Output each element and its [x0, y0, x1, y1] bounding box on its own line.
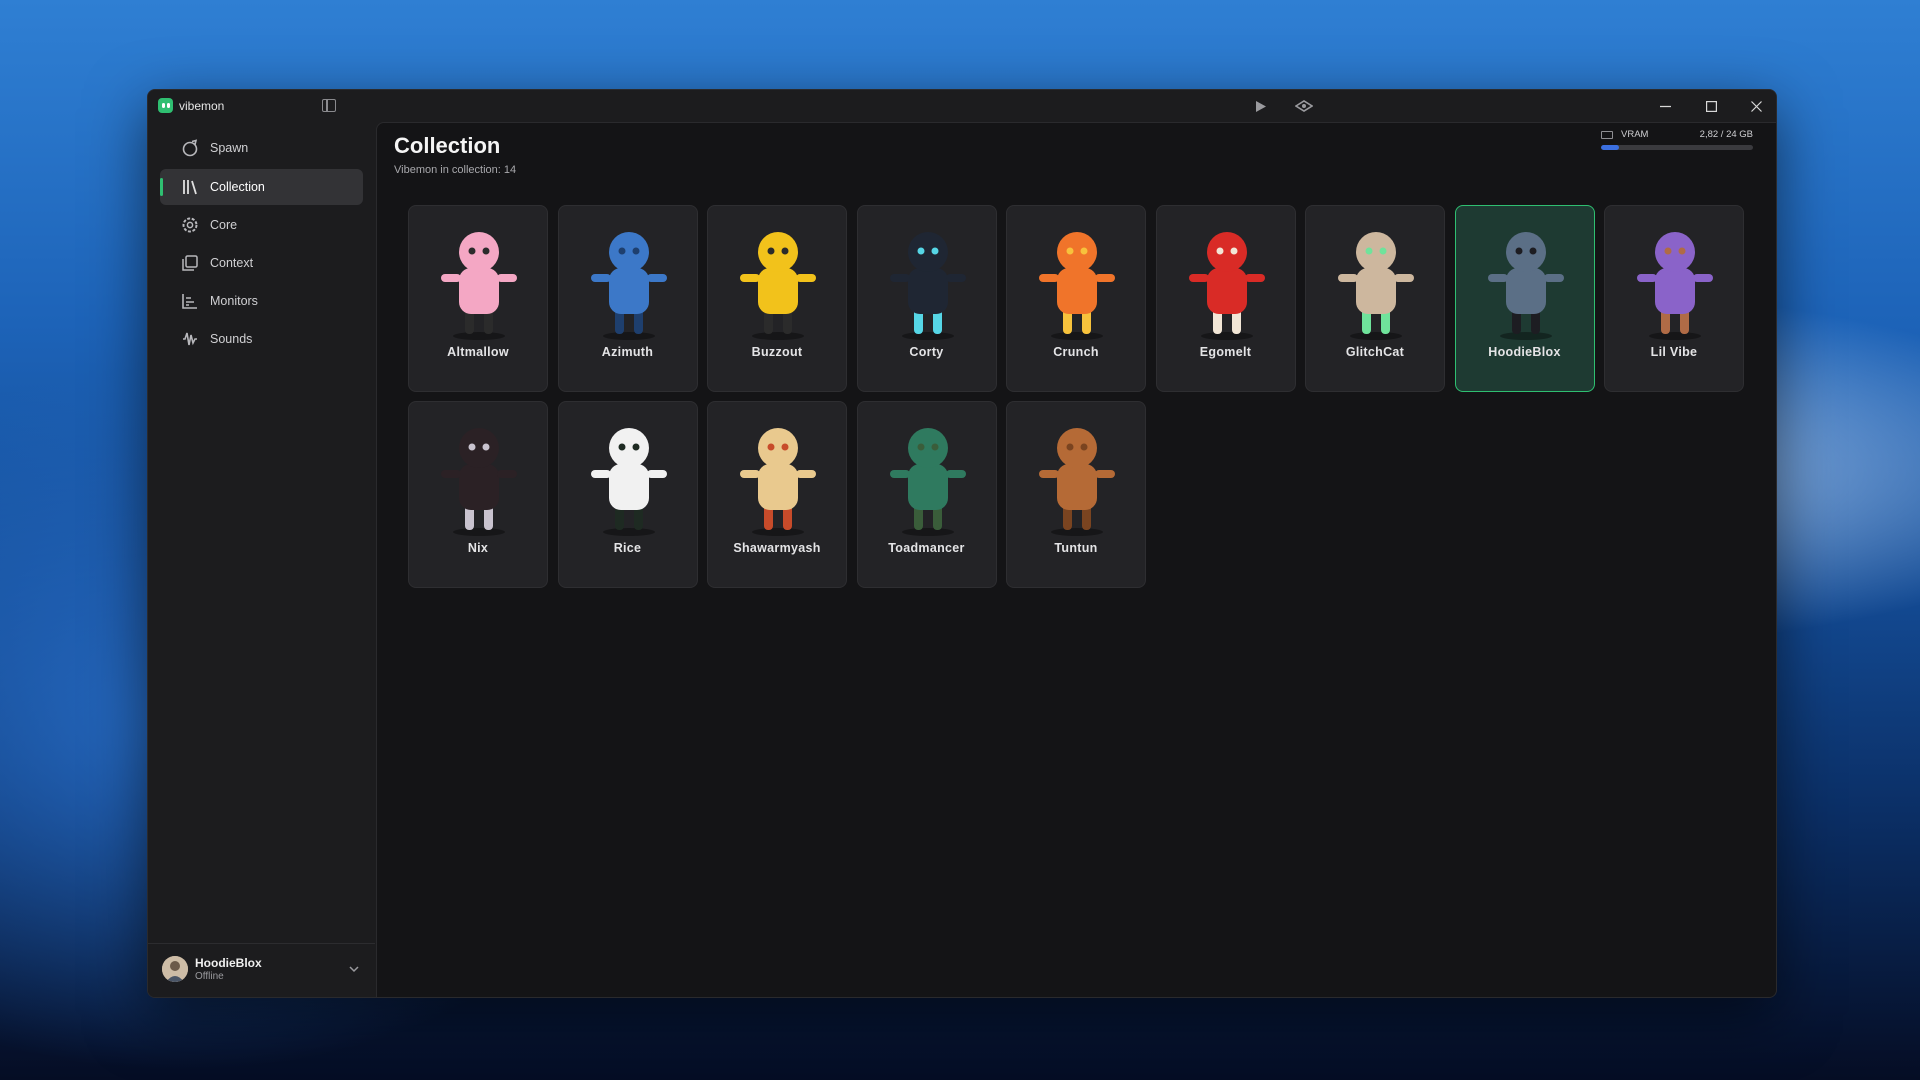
stack-icon	[181, 254, 199, 272]
vibemon-card[interactable]: Rice	[557, 401, 698, 588]
vibemon-figure-icon	[1188, 232, 1265, 340]
vibemon-figure-icon	[441, 232, 517, 340]
vibemon-name: Azimuth	[601, 345, 654, 359]
vibemon-name: Egomelt	[1199, 345, 1252, 359]
vram-meter: VRAM 2,82 / 24 GB	[1601, 128, 1753, 156]
vibemon-figure-icon	[1637, 232, 1713, 340]
app-title: vibemon	[179, 99, 225, 113]
chart-icon	[181, 292, 199, 310]
play-icon	[1256, 100, 1266, 112]
vibemon-name: Crunch	[1053, 345, 1099, 359]
sidebar-item-context[interactable]: Context	[160, 245, 363, 281]
maximize-button[interactable]	[1689, 90, 1733, 122]
vibemon-figure-icon	[889, 232, 966, 340]
vibemon-figure-icon	[889, 428, 966, 536]
vibemon-name: Nix	[467, 541, 489, 555]
waveform-icon	[181, 330, 199, 348]
sidebar-item-sounds[interactable]: Sounds	[160, 321, 363, 357]
minimize-button[interactable]	[1643, 90, 1687, 122]
play-button[interactable]	[1250, 96, 1272, 116]
eye-icon	[1295, 100, 1313, 112]
sidebar-item-label: Collection	[210, 180, 265, 194]
vram-label: VRAM	[1621, 129, 1649, 140]
vibemon-figure-icon	[1487, 232, 1564, 340]
minimize-icon	[1659, 105, 1671, 107]
close-button[interactable]	[1734, 90, 1776, 122]
main-content: Collection Vibemon in collection: 14 VRA…	[376, 122, 1776, 997]
vibemon-card[interactable]: GlitchCat	[1305, 205, 1445, 392]
sidebar-item-label: Spawn	[210, 141, 249, 155]
vibemon-name: Rice	[613, 541, 642, 555]
avatar	[162, 956, 188, 982]
vibemon-name: Lil Vibe	[1650, 345, 1698, 359]
sidebar-item-label: Context	[210, 256, 254, 270]
vibemon-card[interactable]: Shawarmyash	[707, 401, 847, 588]
vibemon-card[interactable]: Altmallow	[408, 205, 548, 392]
user-name: HoodieBlox	[195, 956, 262, 970]
vibemon-card[interactable]: Corty	[856, 205, 997, 392]
sidebar-item-label: Monitors	[210, 294, 258, 308]
vibemon-card[interactable]: Toadmancer	[856, 401, 997, 588]
user-account-menu[interactable]: HoodieBlox Offline	[148, 943, 375, 997]
vibemon-figure-icon	[590, 232, 667, 340]
sidebar-item-monitors[interactable]: Monitors	[160, 283, 363, 319]
collection-count: Vibemon in collection: 14	[394, 164, 517, 176]
app-logo-icon	[158, 98, 173, 113]
vibemon-figure-icon	[1039, 232, 1115, 340]
vibemon-name: GlitchCat	[1345, 345, 1405, 359]
preview-button[interactable]	[1293, 96, 1315, 116]
spawn-icon	[181, 139, 199, 157]
vibemon-name: Corty	[909, 345, 944, 359]
vibemon-figure-icon	[590, 428, 667, 536]
vram-bar-fill	[1601, 145, 1619, 150]
title-bar: vibemon	[148, 90, 1776, 122]
app-window: vibemon Spawn Collection Core Context Mo…	[147, 89, 1777, 998]
library-icon	[181, 178, 199, 196]
memory-icon	[1601, 131, 1613, 139]
vibemon-card[interactable]: Egomelt	[1155, 205, 1296, 392]
vram-bar	[1601, 145, 1753, 150]
sidebar-item-collection[interactable]: Collection	[160, 169, 363, 205]
sidebar-item-core[interactable]: Core	[160, 207, 363, 243]
vibemon-figure-icon	[1338, 232, 1414, 340]
vibemon-figure-icon	[740, 428, 816, 536]
vibemon-card[interactable]: Buzzout	[707, 205, 847, 392]
sidebar-toggle-icon[interactable]	[322, 99, 336, 112]
sidebar-item-label: Sounds	[210, 332, 253, 346]
vibemon-name: Shawarmyash	[733, 541, 821, 555]
vram-value: 2,82 / 24 GB	[1699, 129, 1753, 140]
vibemon-name: Tuntun	[1054, 541, 1098, 555]
vibemon-figure-icon	[441, 428, 517, 536]
sidebar-item-spawn[interactable]: Spawn	[160, 130, 363, 166]
page-title: Collection	[394, 133, 501, 158]
vibemon-name: Toadmancer	[888, 541, 965, 555]
chevron-down-icon[interactable]	[347, 962, 361, 976]
vibemon-card[interactable]: Crunch	[1006, 205, 1146, 392]
vibemon-figure-icon	[1039, 428, 1115, 536]
vibemon-card[interactable]: Lil Vibe	[1604, 205, 1744, 392]
user-status: Offline	[195, 971, 224, 982]
sidebar: Spawn Collection Core Context Monitors S…	[148, 122, 375, 997]
vibemon-card[interactable]: Tuntun	[1006, 401, 1146, 588]
close-icon	[1750, 100, 1762, 112]
vibemon-card[interactable]: Nix	[408, 401, 548, 588]
vibemon-card[interactable]: HoodieBlox	[1454, 205, 1595, 392]
vibemon-figure-icon	[740, 232, 816, 340]
gear-icon	[181, 216, 199, 234]
vibemon-card[interactable]: Azimuth	[557, 205, 698, 392]
vibemon-name: Altmallow	[447, 345, 509, 359]
maximize-icon	[1705, 100, 1717, 112]
sidebar-item-label: Core	[210, 218, 238, 232]
vibemon-name: Buzzout	[751, 345, 803, 359]
vibemon-name: HoodieBlox	[1488, 345, 1561, 359]
